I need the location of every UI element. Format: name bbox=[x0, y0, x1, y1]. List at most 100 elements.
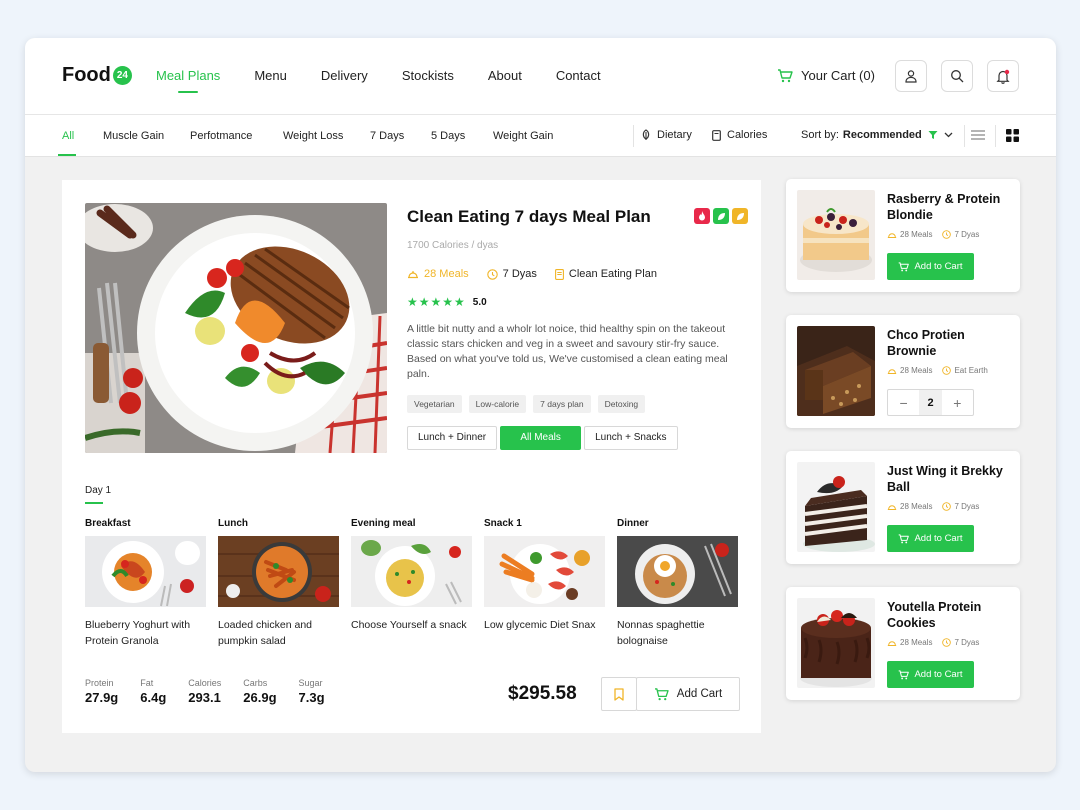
filter-tab-weight-loss[interactable]: Weight Loss bbox=[283, 130, 343, 142]
document-icon bbox=[554, 268, 564, 280]
cart-icon bbox=[654, 687, 669, 700]
calories-filter[interactable]: Calories bbox=[712, 129, 767, 141]
meal-name: Low glycemic Diet Snax bbox=[484, 619, 596, 631]
product-meta: 28 Meals 7 Dyas bbox=[887, 230, 989, 239]
rating-stars: ★★★★★ bbox=[407, 295, 466, 309]
meal-item[interactable]: Lunch Loaded chicken and pumpkin salad bbox=[218, 518, 339, 649]
bell-icon bbox=[996, 69, 1010, 84]
meal-item[interactable]: Dinner Nonnas spaghettie bolognaise bbox=[617, 518, 738, 649]
meal-plan-hero-image bbox=[85, 203, 387, 453]
product-card[interactable]: Chco Protien Brownie 28 Meals Eat Earth … bbox=[786, 315, 1020, 428]
product-name: Youtella Protein Cookies bbox=[887, 600, 982, 630]
nutrition-label: Protein bbox=[85, 678, 114, 688]
cart-label: Your Cart (0) bbox=[801, 68, 875, 83]
meal-image bbox=[85, 536, 206, 607]
option-all-meals[interactable]: All Meals bbox=[500, 426, 582, 450]
add-to-cart-label: Add to Cart bbox=[914, 533, 963, 544]
nav-link-delivery[interactable]: Delivery bbox=[321, 68, 368, 83]
product-image bbox=[797, 598, 875, 688]
your-cart-link[interactable]: Your Cart (0) bbox=[777, 68, 875, 83]
dish-icon bbox=[887, 640, 897, 646]
meals-count: 28 Meals bbox=[407, 268, 469, 280]
logo-text: Food bbox=[62, 64, 111, 86]
leaf-badge-icon bbox=[713, 208, 729, 224]
filter-tab-muscle-gain[interactable]: Muscle Gain bbox=[103, 130, 164, 142]
product-card[interactable]: Youtella Protein Cookies 28 Meals 7 Dyas… bbox=[786, 587, 1020, 700]
chip: Detoxing bbox=[597, 395, 646, 413]
sort-dropdown[interactable]: Sort by: Recommended bbox=[801, 129, 959, 141]
nutrition-label: Sugar bbox=[298, 678, 323, 688]
meal-item[interactable]: Evening meal Choose Yourself a snack bbox=[351, 518, 472, 649]
filter-tab-all[interactable]: All bbox=[62, 130, 74, 142]
option-lunch-dinner[interactable]: Lunch + Dinner bbox=[407, 426, 498, 450]
filter-tab-weight-gain[interactable]: Weight Gain bbox=[493, 130, 553, 142]
meal-plan-title: Clean Eating 7 days Meal Plan bbox=[407, 207, 651, 226]
divider bbox=[995, 125, 996, 147]
logo-badge: 24 bbox=[112, 66, 132, 85]
clock-icon bbox=[486, 268, 498, 280]
main-nav: Meal Plans Menu Delivery Stockists About… bbox=[156, 68, 635, 93]
tab-day-1[interactable]: Day 1 bbox=[85, 485, 111, 496]
filter-bar: All Muscle Gain Perfotmance Weight Loss … bbox=[25, 115, 1056, 157]
product-meals-text: 28 Meals bbox=[900, 502, 933, 511]
list-view-button[interactable] bbox=[971, 129, 991, 141]
meals-count-text: 28 Meals bbox=[424, 268, 469, 280]
filter-tab-performance[interactable]: Perfotmance bbox=[190, 130, 252, 142]
sort-prefix: Sort by: bbox=[801, 129, 839, 141]
meal-image bbox=[218, 536, 339, 607]
logo[interactable]: Food 24 bbox=[62, 64, 132, 87]
product-meals: 28 Meals bbox=[887, 230, 932, 239]
clock-icon bbox=[942, 502, 952, 511]
search-button[interactable] bbox=[941, 60, 973, 92]
nutrition-label: Calories bbox=[188, 678, 222, 688]
filter-tab-7-days[interactable]: 7 Days bbox=[370, 130, 404, 142]
meal-item[interactable]: Breakfast Blueberry Yoghurt with Protein… bbox=[85, 518, 206, 649]
nav-link-about[interactable]: About bbox=[488, 68, 522, 83]
nav-link-meal-plans[interactable]: Meal Plans bbox=[156, 68, 220, 93]
meal-image bbox=[617, 536, 738, 607]
nav-link-contact[interactable]: Contact bbox=[556, 68, 601, 83]
calories-label: Calories bbox=[727, 129, 768, 141]
meal-item[interactable]: Snack 1 Low glycemic Diet Snax bbox=[484, 518, 605, 649]
product-card[interactable]: Rasberry & Protein Blondie 28 Meals 7 Dy… bbox=[786, 179, 1020, 292]
grid-view-button[interactable] bbox=[1006, 129, 1025, 142]
meal-option-toggle: Lunch + Dinner All Meals Lunch + Snacks bbox=[407, 426, 681, 450]
bookmark-button[interactable] bbox=[601, 677, 637, 711]
account-button[interactable] bbox=[895, 60, 927, 92]
product-image bbox=[797, 190, 875, 280]
notifications-button[interactable] bbox=[987, 60, 1019, 92]
meal-name: Loaded chicken and pumpkin salad bbox=[218, 619, 312, 647]
increment-button[interactable]: + bbox=[942, 390, 973, 415]
search-icon bbox=[951, 70, 964, 83]
product-image bbox=[797, 326, 875, 416]
cart-icon bbox=[778, 68, 793, 82]
filter-tab-5-days[interactable]: 5 Days bbox=[431, 130, 465, 142]
meal-label: Lunch bbox=[218, 518, 248, 529]
product-meals-text: 28 Meals bbox=[900, 230, 933, 239]
product-card[interactable]: Just Wing it Brekky Ball 28 Meals 7 Dyas… bbox=[786, 451, 1020, 564]
nutrition-sugar: Sugar 7.3g bbox=[299, 678, 325, 705]
add-to-cart-button[interactable]: Add to Cart bbox=[887, 661, 974, 688]
nutrition-label: Carbs bbox=[243, 678, 268, 688]
decrement-button[interactable]: − bbox=[888, 390, 919, 415]
bookmark-icon bbox=[614, 687, 624, 701]
cart-icon bbox=[899, 261, 910, 271]
meal-image bbox=[351, 536, 472, 607]
product-days-text: 7 Dyas bbox=[954, 502, 980, 511]
nutrition-carbs: Carbs 26.9g bbox=[243, 678, 276, 705]
divider bbox=[964, 125, 965, 147]
option-lunch-snacks[interactable]: Lunch + Snacks bbox=[584, 426, 678, 450]
add-to-cart-button[interactable]: Add to Cart bbox=[887, 253, 974, 280]
product-name: Rasberry & Protein Blondie bbox=[887, 192, 1001, 222]
product-meta: 28 Meals 7 Dyas bbox=[887, 502, 989, 511]
flame-icon bbox=[694, 208, 710, 224]
plan-type-text: Clean Eating Plan bbox=[568, 268, 657, 280]
nav-link-stockists[interactable]: Stockists bbox=[402, 68, 454, 83]
nav-link-menu[interactable]: Menu bbox=[254, 68, 287, 83]
cart-icon bbox=[899, 669, 910, 679]
product-days: 7 Dyas bbox=[942, 638, 979, 647]
product-days: Eat Earth bbox=[942, 366, 988, 375]
dietary-filter[interactable]: Dietary bbox=[641, 129, 692, 141]
add-to-cart-button[interactable]: Add to Cart bbox=[887, 525, 974, 552]
add-cart-button[interactable]: Add Cart bbox=[636, 677, 740, 711]
